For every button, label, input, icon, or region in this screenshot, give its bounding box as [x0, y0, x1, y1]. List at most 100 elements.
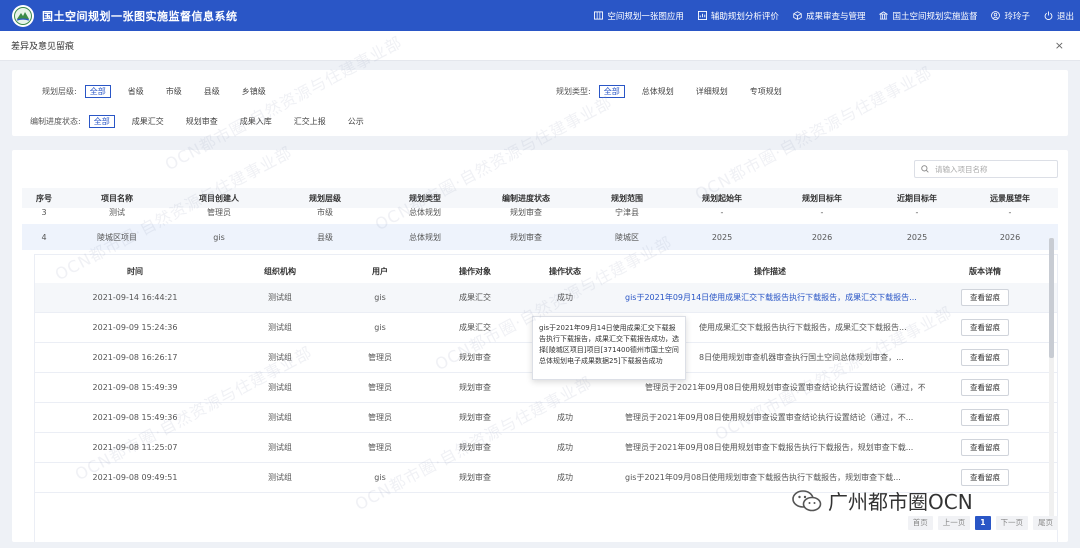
log-status: 成功 [557, 293, 573, 302]
next-page-button[interactable]: 下一页 [995, 516, 1028, 530]
filter-level: 规划层级: 全部 省级 市级 县级 乡镇级 [42, 84, 283, 98]
nav-label: 空间规划一张图应用 [607, 11, 684, 22]
user-icon [991, 11, 1001, 20]
scrollbar-thumb[interactable] [1049, 238, 1054, 358]
view-trace-button[interactable]: 查看留痕 [961, 319, 1009, 336]
table-cell: 2026 [811, 232, 833, 242]
log-time: 2021-09-08 16:26:17 [92, 353, 178, 362]
log-user: 管理员 [368, 443, 392, 452]
log-action: 查看留痕 [925, 403, 1045, 432]
prev-page-button[interactable]: 上一页 [937, 516, 971, 530]
log-description[interactable]: gis于2021年09月14日使用成果汇交下载报告执行下载报告，成果汇交下载报告… [625, 283, 925, 312]
log-description[interactable]: 使用成果汇交下载报告执行下载报告，成果汇交下载报告... [699, 313, 925, 342]
filter-option-progress-all[interactable]: 全部 [88, 114, 115, 128]
nav-user[interactable]: 玲玲子 [991, 10, 1030, 22]
log-description[interactable]: 8日使用规划审查机器审查执行国土空间总体规划审查，... [699, 343, 925, 372]
nav-logout[interactable]: 退出 [1044, 10, 1074, 22]
log-description[interactable]: 管理员于2021年09月08日使用规划审查设置审查结论执行设置结论（通过，不..… [625, 403, 925, 432]
log-time: 2021-09-08 11:25:07 [92, 443, 178, 452]
log-description[interactable]: 管理员于2021年09月08日使用规划审查下载报告执行下载报告，规划审查下载..… [625, 433, 925, 462]
log-action: 查看留痕 [925, 463, 1045, 492]
log-description-text: 管理员于2021年09月08日使用规划审查设置审查结论执行设置结论（通过，不..… [645, 383, 925, 392]
header-cell: 规划起始年 [702, 193, 742, 203]
table-cell: 3 [41, 208, 47, 217]
filter-option-progress-archive[interactable]: 成果入库 [235, 115, 277, 128]
table-cell: 4 [41, 232, 47, 242]
log-description[interactable]: 管理员于2021年09月08日使用规划审查设置审查结论执行设置结论（通过，不..… [645, 373, 925, 402]
log-user: 管理员 [368, 413, 392, 422]
description-tooltip: gis于2021年09月14日使用成果汇交下载报告执行下载报告，成果汇交下载报告… [532, 316, 686, 380]
log-row[interactable]: 2021-09-14 16:44:21 测试组 gis 成果汇交 成功 gis于… [35, 283, 1057, 313]
filter-option-type-all[interactable]: 全部 [598, 84, 625, 98]
filter-option-progress-publicity[interactable]: 公示 [343, 115, 369, 128]
log-row[interactable]: 2021-09-08 11:25:07 测试组 管理员 规划审查 成功 管理员于… [35, 433, 1057, 463]
nav-label: 玲玲子 [1004, 11, 1030, 22]
log-status: 成功 [557, 443, 573, 452]
view-trace-button[interactable]: 查看留痕 [961, 439, 1009, 456]
log-object: 成果汇交 [459, 323, 491, 332]
header-cell: 操作状态 [549, 266, 581, 276]
filter-progress: 编制进度状态: 全部 成果汇交 规划审查 成果入库 汇交上报 公示 [30, 114, 381, 128]
table-cell: 陵城区项目 [97, 232, 137, 242]
log-row[interactable]: 2021-09-08 09:49:51 测试组 gis 规划审查 成功 gis于… [35, 463, 1057, 493]
first-page-button[interactable]: 首页 [907, 516, 933, 530]
log-description[interactable]: gis于2021年09月08日使用规划审查下载报告执行下载报告，规划审查下载..… [625, 463, 925, 492]
header-cell: 序号 [36, 193, 52, 203]
filter-option-progress-report[interactable]: 汇交上报 [289, 115, 331, 128]
search-input[interactable] [935, 164, 1050, 174]
filter-option-type-overall[interactable]: 总体规划 [637, 85, 679, 98]
nav-label: 国土空间规划实施监督 [892, 11, 978, 22]
filter-option-type-detailed[interactable]: 详细规划 [691, 85, 733, 98]
table-cell: 总体规划 [409, 232, 441, 242]
log-object: 规划审查 [459, 413, 491, 422]
nav-map-app[interactable]: 空间规划一张图应用 [594, 10, 684, 22]
header-cell: 近期目标年 [897, 193, 937, 203]
log-action: 查看留痕 [925, 283, 1045, 312]
view-trace-button[interactable]: 查看留痕 [961, 469, 1009, 486]
log-user: 管理员 [368, 383, 392, 392]
panel-title: 差异及意见留痕 [11, 42, 75, 52]
filter-option-type-special[interactable]: 专项规划 [745, 85, 787, 98]
table-row[interactable]: 3 测试 管理员 市级 总体规划 规划审查 宁津县 - - - - [22, 208, 1058, 220]
nav-analysis[interactable]: 辅助规划分析评价 [697, 10, 779, 22]
log-user: 管理员 [368, 353, 392, 362]
filter-label: 规划层级: [42, 86, 77, 96]
table-cell: 2025 [711, 232, 733, 242]
table-cell: 陵城区 [615, 232, 639, 242]
filter-option-level-town[interactable]: 乡镇级 [237, 85, 271, 98]
nav-label: 退出 [1056, 11, 1074, 22]
log-row[interactable]: 2021-09-08 15:49:36 测试组 管理员 规划审查 成功 管理员于… [35, 403, 1057, 433]
header-cell: 规划目标年 [802, 193, 842, 203]
log-time: 2021-09-08 09:49:51 [92, 473, 178, 482]
map-icon [594, 11, 604, 20]
filter-option-level-city[interactable]: 市级 [161, 85, 187, 98]
view-trace-button[interactable]: 查看留痕 [961, 289, 1009, 306]
nav-review[interactable]: 成果审查与管理 [793, 10, 865, 22]
table-row-expanded[interactable]: 4 陵城区项目 gis 县级 总体规划 规划审查 陵城区 2025 2026 2… [22, 224, 1058, 250]
project-table-header: 序号 项目名称 项目创建人 规划层级 规划类型 编制进度状态 规划范围 规划起始… [22, 188, 1058, 208]
last-page-button[interactable]: 尾页 [1033, 516, 1058, 530]
close-icon[interactable]: × [1055, 39, 1064, 52]
filter-option-progress-review[interactable]: 规划审查 [181, 115, 223, 128]
nav-supervision[interactable]: 国土空间规划实施监督 [879, 10, 977, 22]
table-cell: 市级 [317, 208, 333, 217]
app-logo-icon [12, 4, 34, 27]
log-status: 成功 [557, 473, 573, 482]
view-trace-button[interactable]: 查看留痕 [961, 409, 1009, 426]
header-cell: 项目名称 [101, 193, 133, 203]
table-cell: 2026 [999, 232, 1021, 242]
filter-option-level-province[interactable]: 省级 [123, 85, 149, 98]
view-trace-button[interactable]: 查看留痕 [961, 349, 1009, 366]
filter-option-level-county[interactable]: 县级 [199, 85, 225, 98]
header-cell: 时间 [127, 266, 143, 276]
header-cell: 规划层级 [309, 193, 341, 203]
table-cell: 测试 [109, 208, 125, 217]
view-trace-button[interactable]: 查看留痕 [961, 379, 1009, 396]
log-org: 测试组 [268, 293, 292, 302]
current-page[interactable]: 1 [975, 516, 991, 530]
filter-option-progress-submit[interactable]: 成果汇交 [127, 115, 169, 128]
header-cell: 操作对象 [459, 266, 491, 276]
search-box[interactable] [914, 160, 1058, 178]
filter-panel: 规划层级: 全部 省级 市级 县级 乡镇级 规划类型: 全部 总体规划 详细规划… [12, 70, 1068, 136]
filter-option-level-all[interactable]: 全部 [84, 84, 111, 98]
